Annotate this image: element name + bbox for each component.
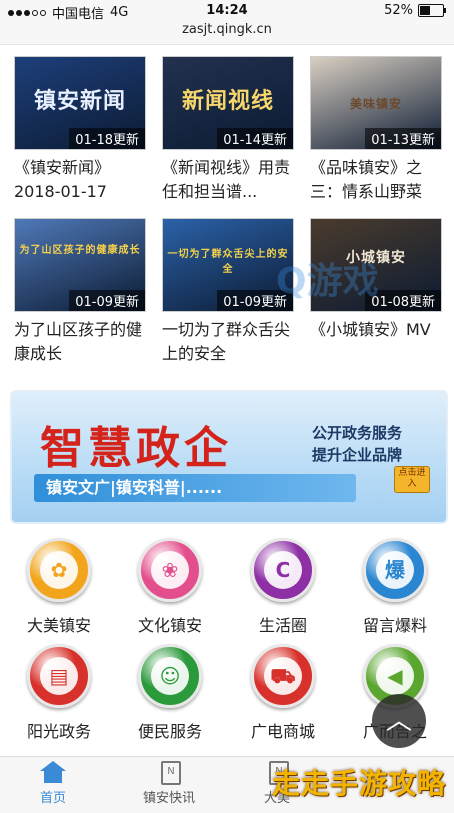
update-badge: 01-14更新 <box>217 128 293 149</box>
tab-news[interactable]: N 镇安快讯 <box>124 761 214 806</box>
feature-item-service[interactable]: ☺ 便民服务 <box>115 644 225 742</box>
battery-percent: 52% <box>384 3 413 18</box>
icon-glyph: ✿ <box>40 551 78 589</box>
feature-label: 广电商城 <box>250 722 315 741</box>
video-thumbnail[interactable]: 新闻视线 01-14更新 <box>162 56 294 150</box>
feature-item-mall[interactable]: ⛟ 广电商城 <box>228 644 338 742</box>
video-title[interactable]: 《小城镇安》MV <box>310 318 440 342</box>
feature-item-scenery[interactable]: ✿ 大美镇安 <box>4 538 114 636</box>
cart-icon[interactable]: ⛟ <box>251 644 315 708</box>
video-thumbnail[interactable]: 美味镇安 01-13更新 <box>310 56 442 150</box>
update-badge: 01-13更新 <box>365 128 441 149</box>
smile-icon[interactable]: ☺ <box>138 644 202 708</box>
feature-label: 生活圈 <box>258 616 307 635</box>
feature-item-government[interactable]: ▤ 阳光政务 <box>4 644 114 742</box>
feature-item-life[interactable]: C 生活圈 <box>228 538 338 636</box>
status-bar: 中国电信 4G 14:24 52% <box>0 0 454 22</box>
banner-title: 智慧政企 <box>40 423 232 474</box>
life-c-icon[interactable]: C <box>251 538 315 602</box>
video-title[interactable]: 《镇安新闻》2018-01-17 <box>14 156 144 204</box>
news-icon: N <box>156 761 182 785</box>
feature-label: 阳光政务 <box>26 722 91 741</box>
video-card[interactable]: 一切为了群众舌尖上的安全 01-09更新 一切为了群众舌尖上的安全 <box>162 218 294 366</box>
thumbnail-text: 新闻视线 <box>181 89 274 114</box>
icon-glyph: ❀ <box>151 551 189 589</box>
promo-banner[interactable]: 智慧政企 公开政务服务 提升企业品牌 镇安文广|镇安科普|...... 点击进入 <box>10 390 448 524</box>
video-title[interactable]: 一切为了群众舌尖上的安全 <box>162 318 292 366</box>
tab-label: 首页 <box>39 791 66 806</box>
video-thumbnail[interactable]: 为了山区孩子的健康成长 01-09更新 <box>14 218 146 312</box>
watermark-text: 走走手游攻略 <box>272 767 447 800</box>
tulip-icon[interactable]: ✿ <box>27 538 91 602</box>
icon-glyph: 爆 <box>376 551 414 589</box>
banner-enter-button[interactable]: 点击进入 <box>394 466 430 493</box>
tab-label: 镇安快讯 <box>142 791 195 806</box>
feature-label: 便民服务 <box>137 722 202 741</box>
feature-label: 留言爆料 <box>362 616 427 635</box>
thumbnail-text: 镇安新闻 <box>33 89 126 114</box>
video-card[interactable]: 新闻视线 01-14更新 《新闻视线》用责任和担当谱... <box>162 56 294 204</box>
video-card[interactable]: 为了山区孩子的健康成长 01-09更新 为了山区孩子的健康成长 <box>14 218 146 366</box>
book-icon[interactable]: ▤ <box>27 644 91 708</box>
chevron-up-icon: ︿ <box>385 706 412 736</box>
update-badge: 01-18更新 <box>69 128 145 149</box>
icon-glyph: ⛟ <box>264 657 302 695</box>
video-card[interactable]: 美味镇安 01-13更新 《品味镇安》之三：情系山野菜 <box>310 56 442 204</box>
video-title[interactable]: 《品味镇安》之三：情系山野菜 <box>310 156 440 204</box>
thumbnail-text: 为了山区孩子的健康成长 <box>19 245 141 256</box>
feature-item-report[interactable]: 爆 留言爆料 <box>340 538 450 636</box>
watermark-logo: Q游戏 <box>276 261 379 302</box>
address-bar[interactable]: zasjt.qingk.cn <box>0 22 454 45</box>
icon-glyph: C <box>264 551 302 589</box>
feature-label: 大美镇安 <box>26 616 91 635</box>
report-icon[interactable]: 爆 <box>363 538 427 602</box>
banner-subtitle: 公开政务服务 <box>312 424 403 442</box>
scroll-top-button[interactable]: ︿ <box>372 694 426 748</box>
tab-home[interactable]: 首页 <box>8 761 98 806</box>
video-thumbnail[interactable]: 一切为了群众舌尖上的安全 01-09更新 <box>162 218 294 312</box>
update-badge: 01-09更新 <box>69 290 145 311</box>
thumbnail-text: 一切为了群众舌尖上的安全 <box>167 249 289 275</box>
icon-glyph: ▤ <box>40 657 78 695</box>
video-title[interactable]: 《新闻视线》用责任和担当谱... <box>162 156 292 204</box>
banner-subtitle: 提升企业品牌 <box>312 446 403 464</box>
banner-strip: 镇安文广|镇安科普|...... <box>34 474 356 502</box>
video-title[interactable]: 为了山区孩子的健康成长 <box>14 318 144 366</box>
status-right: 52% <box>384 3 446 18</box>
thumbnail-text: 美味镇安 <box>349 97 402 111</box>
feature-label: 文化镇安 <box>137 616 202 635</box>
battery-icon <box>418 4 446 17</box>
video-card[interactable]: 镇安新闻 01-18更新 《镇安新闻》2018-01-17 <box>14 56 146 204</box>
icon-glyph: ◀ <box>376 657 414 695</box>
icon-glyph: ☺ <box>151 657 189 695</box>
feature-item-culture[interactable]: ❀ 文化镇安 <box>115 538 225 636</box>
flower-icon[interactable]: ❀ <box>138 538 202 602</box>
video-thumbnail[interactable]: 镇安新闻 01-18更新 <box>14 56 146 150</box>
home-icon <box>40 761 66 783</box>
